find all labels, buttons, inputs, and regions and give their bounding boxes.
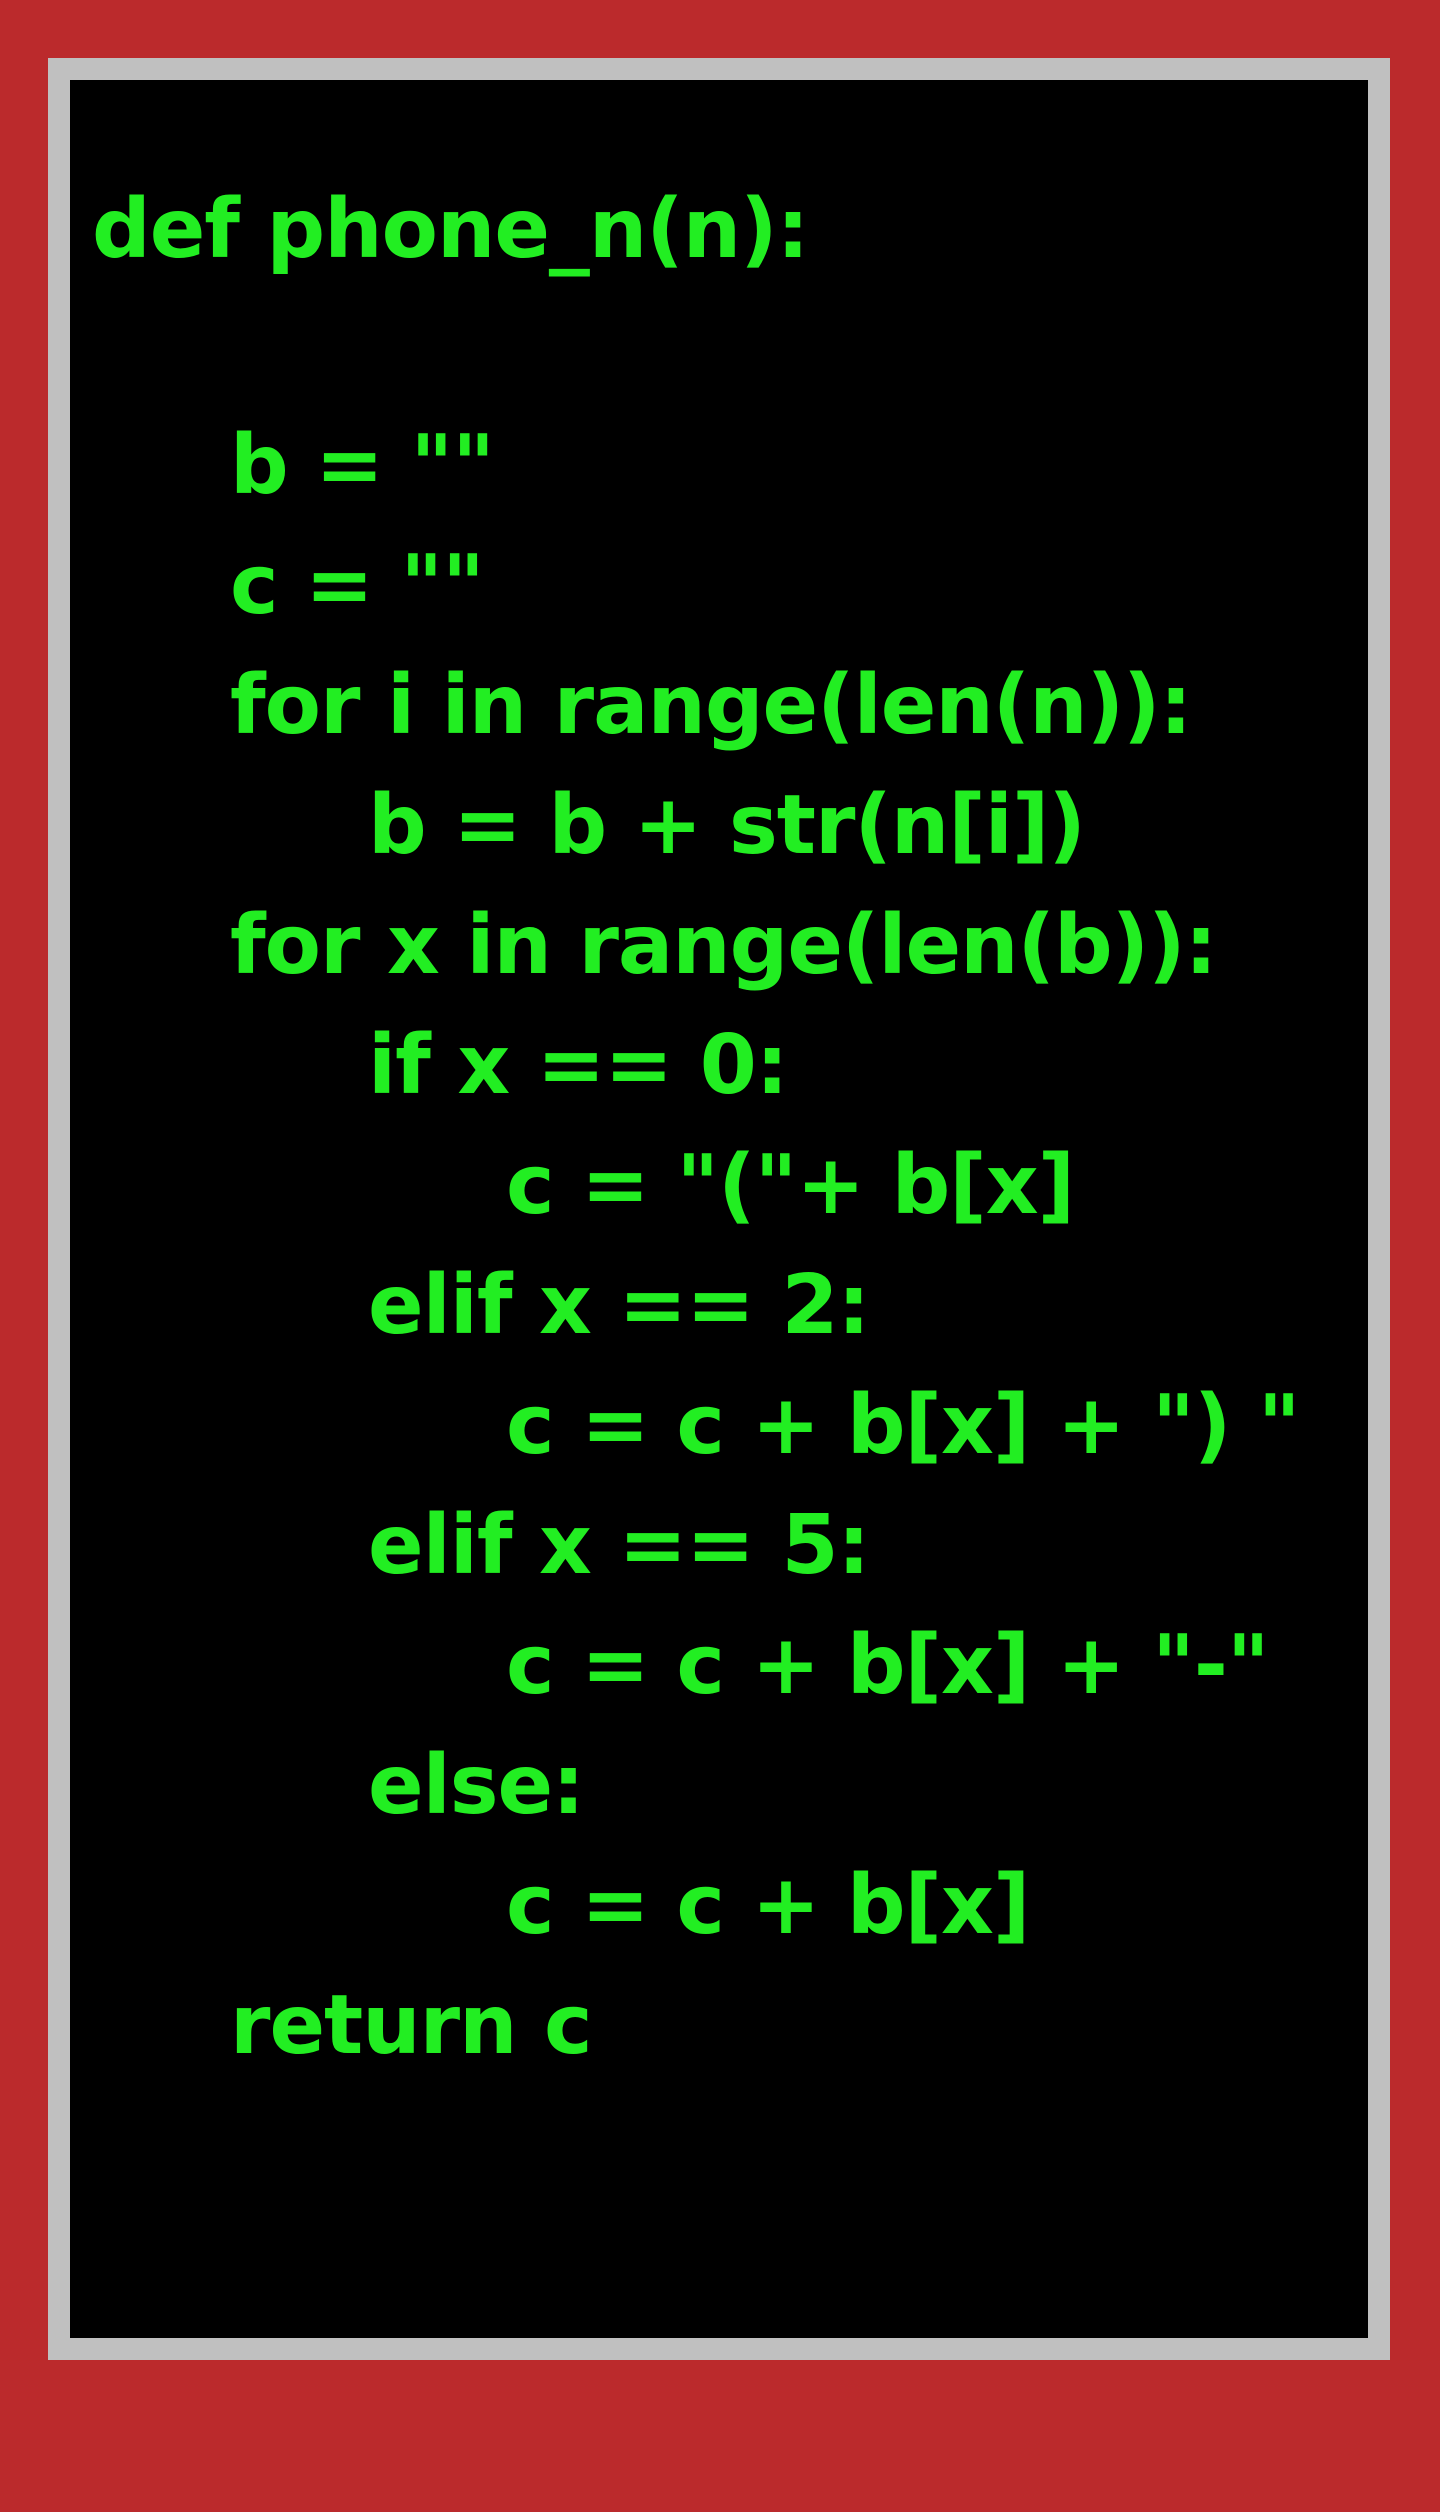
- code-line-return: return c: [230, 1978, 593, 2073]
- code-line-b-init: b = "": [230, 418, 495, 513]
- code-line-elif-x2: elif x == 2:: [368, 1258, 870, 1353]
- code-line-c-append: c = c + b[x]: [506, 1858, 1030, 1953]
- code-line-for-x: for x in range(len(b)):: [230, 898, 1217, 993]
- code-line-def: def phone_n(n):: [92, 182, 809, 277]
- code-screen: def phone_n(n): b = "" c = "" for i in r…: [70, 80, 1368, 2338]
- screen-bezel: def phone_n(n): b = "" c = "" for i in r…: [48, 58, 1390, 2360]
- code-line-c-close-paren: c = c + b[x] + ") ": [506, 1378, 1301, 1473]
- code-line-c-open-paren: c = "("+ b[x]: [506, 1138, 1075, 1233]
- code-line-c-dash: c = c + b[x] + "-": [506, 1618, 1270, 1713]
- code-line-elif-x5: elif x == 5:: [368, 1498, 870, 1593]
- code-line-for-i: for i in range(len(n)):: [230, 658, 1192, 753]
- code-line-b-append: b = b + str(n[i]): [368, 778, 1086, 873]
- code-line-else: else:: [368, 1738, 585, 1833]
- code-line-if-x0: if x == 0:: [368, 1018, 789, 1113]
- code-line-c-init: c = "": [230, 538, 485, 633]
